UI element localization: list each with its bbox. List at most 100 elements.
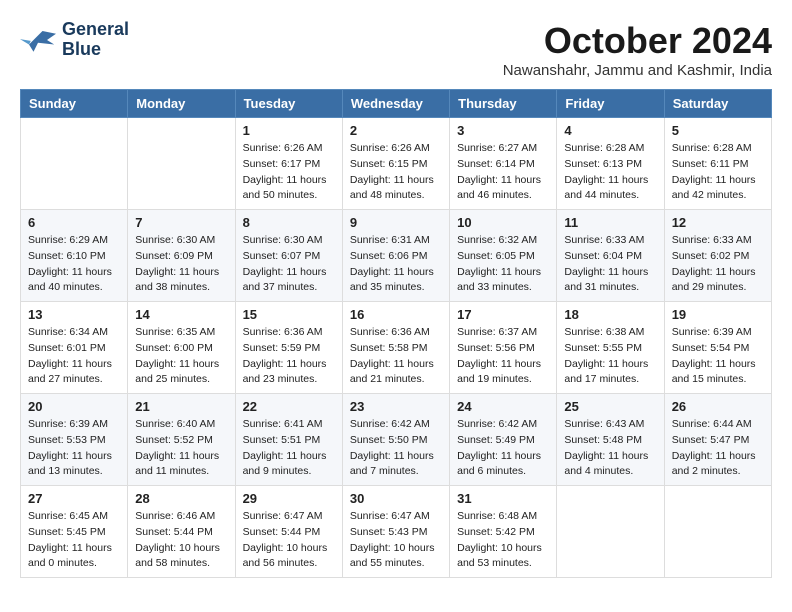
day-info: Sunrise: 6:30 AMSunset: 6:09 PMDaylight:…	[135, 233, 227, 296]
calendar-cell: 13Sunrise: 6:34 AMSunset: 6:01 PMDayligh…	[21, 302, 128, 394]
calendar-week-row: 13Sunrise: 6:34 AMSunset: 6:01 PMDayligh…	[21, 302, 772, 394]
day-number: 11	[564, 215, 656, 230]
calendar-cell: 16Sunrise: 6:36 AMSunset: 5:58 PMDayligh…	[342, 302, 449, 394]
calendar-cell: 18 Sunrise: 6:38 AMSunset: 5:55 PMDayligh…	[557, 302, 664, 394]
day-info: Sunrise: 6:43 AMSunset: 5:48 PMDaylight:…	[564, 417, 656, 480]
day-info: Sunrise: 6:26 AMSunset: 6:17 PMDaylight:…	[243, 141, 335, 204]
day-info: Sunrise: 6:47 AMSunset: 5:44 PMDaylight:…	[243, 509, 335, 572]
calendar-cell: 11Sunrise: 6:33 AMSunset: 6:04 PMDayligh…	[557, 210, 664, 302]
day-info: Sunrise: 6:46 AMSunset: 5:44 PMDaylight:…	[135, 509, 227, 572]
day-info: Sunrise: 6:39 AMSunset: 5:54 PMDaylight:…	[672, 325, 764, 388]
day-info: Sunrise: 6:42 AMSunset: 5:50 PMDaylight:…	[350, 417, 442, 480]
day-number: 21	[135, 399, 227, 414]
calendar-cell: 8 Sunrise: 6:30 AMSunset: 6:07 PMDaylight…	[235, 210, 342, 302]
calendar-cell: 14 Sunrise: 6:35 AMSunset: 6:00 PMDayligh…	[128, 302, 235, 394]
logo: General Blue	[20, 20, 129, 60]
day-info: Sunrise: 6:30 AMSunset: 6:07 PMDaylight:…	[243, 233, 335, 296]
day-info: Sunrise: 6:28 AMSunset: 6:11 PMDaylight:…	[672, 141, 764, 204]
calendar-week-row: 20 Sunrise: 6:39 AMSunset: 5:53 PMDayligh…	[21, 394, 772, 486]
calendar-week-row: 27Sunrise: 6:45 AMSunset: 5:45 PMDayligh…	[21, 486, 772, 578]
calendar-cell: 9Sunrise: 6:31 AMSunset: 6:06 PMDaylight…	[342, 210, 449, 302]
weekday-header-row: SundayMondayTuesdayWednesdayThursdayFrid…	[21, 90, 772, 118]
day-number: 29	[243, 491, 335, 506]
calendar-cell	[557, 486, 664, 578]
calendar-cell: 21Sunrise: 6:40 AMSunset: 5:52 PMDayligh…	[128, 394, 235, 486]
calendar-cell: 30Sunrise: 6:47 AMSunset: 5:43 PMDayligh…	[342, 486, 449, 578]
day-number: 13	[28, 307, 120, 322]
day-number: 7	[135, 215, 227, 230]
day-info: Sunrise: 6:26 AMSunset: 6:15 PMDaylight:…	[350, 141, 442, 204]
calendar-cell: 23 Sunrise: 6:42 AMSunset: 5:50 PMDayligh…	[342, 394, 449, 486]
day-info: Sunrise: 6:48 AMSunset: 5:42 PMDaylight:…	[457, 509, 549, 572]
calendar-cell: 17Sunrise: 6:37 AMSunset: 5:56 PMDayligh…	[450, 302, 557, 394]
day-number: 10	[457, 215, 549, 230]
calendar-cell: 29 Sunrise: 6:47 AMSunset: 5:44 PMDayligh…	[235, 486, 342, 578]
calendar-cell	[21, 118, 128, 210]
day-number: 28	[135, 491, 227, 506]
calendar-cell: 24 Sunrise: 6:42 AMSunset: 5:49 PMDayligh…	[450, 394, 557, 486]
day-number: 6	[28, 215, 120, 230]
calendar-cell: 12 Sunrise: 6:33 AMSunset: 6:02 PMDayligh…	[664, 210, 771, 302]
weekday-header: Wednesday	[342, 90, 449, 118]
day-number: 2	[350, 123, 442, 138]
day-info: Sunrise: 6:33 AMSunset: 6:02 PMDaylight:…	[672, 233, 764, 296]
day-number: 9	[350, 215, 442, 230]
calendar-cell: 27Sunrise: 6:45 AMSunset: 5:45 PMDayligh…	[21, 486, 128, 578]
calendar-cell: 3Sunrise: 6:27 AMSunset: 6:14 PMDaylight…	[450, 118, 557, 210]
day-info: Sunrise: 6:28 AMSunset: 6:13 PMDaylight:…	[564, 141, 656, 204]
day-number: 15	[243, 307, 335, 322]
weekday-header: Monday	[128, 90, 235, 118]
title-block: October 2024 Nawanshahr, Jammu and Kashm…	[503, 20, 772, 79]
day-info: Sunrise: 6:35 AMSunset: 6:00 PMDaylight:…	[135, 325, 227, 388]
calendar-cell	[128, 118, 235, 210]
day-info: Sunrise: 6:45 AMSunset: 5:45 PMDaylight:…	[28, 509, 120, 572]
day-number: 26	[672, 399, 764, 414]
day-number: 20	[28, 399, 120, 414]
day-number: 31	[457, 491, 549, 506]
calendar-cell: 4 Sunrise: 6:28 AMSunset: 6:13 PMDaylight…	[557, 118, 664, 210]
day-number: 12	[672, 215, 764, 230]
calendar-cell: 7 Sunrise: 6:30 AMSunset: 6:09 PMDaylight…	[128, 210, 235, 302]
day-number: 4	[564, 123, 656, 138]
calendar-cell: 31 Sunrise: 6:48 AMSunset: 5:42 PMDayligh…	[450, 486, 557, 578]
calendar-cell: 1 Sunrise: 6:26 AMSunset: 6:17 PMDaylight…	[235, 118, 342, 210]
calendar-cell: 22Sunrise: 6:41 AMSunset: 5:51 PMDayligh…	[235, 394, 342, 486]
day-info: Sunrise: 6:42 AMSunset: 5:49 PMDaylight:…	[457, 417, 549, 480]
day-info: Sunrise: 6:41 AMSunset: 5:51 PMDaylight:…	[243, 417, 335, 480]
day-number: 8	[243, 215, 335, 230]
calendar-cell: 6 Sunrise: 6:29 AMSunset: 6:10 PMDaylight…	[21, 210, 128, 302]
calendar-cell: 15 Sunrise: 6:36 AMSunset: 5:59 PMDayligh…	[235, 302, 342, 394]
weekday-header: Saturday	[664, 90, 771, 118]
weekday-header: Sunday	[21, 90, 128, 118]
calendar-cell: 20 Sunrise: 6:39 AMSunset: 5:53 PMDayligh…	[21, 394, 128, 486]
day-info: Sunrise: 6:47 AMSunset: 5:43 PMDaylight:…	[350, 509, 442, 572]
day-info: Sunrise: 6:32 AMSunset: 6:05 PMDaylight:…	[457, 233, 549, 296]
day-number: 19	[672, 307, 764, 322]
weekday-header: Tuesday	[235, 90, 342, 118]
day-info: Sunrise: 6:44 AMSunset: 5:47 PMDaylight:…	[672, 417, 764, 480]
day-info: Sunrise: 6:36 AMSunset: 5:59 PMDaylight:…	[243, 325, 335, 388]
day-number: 25	[564, 399, 656, 414]
calendar-cell: 25 Sunrise: 6:43 AMSunset: 5:48 PMDayligh…	[557, 394, 664, 486]
calendar-cell: 5Sunrise: 6:28 AMSunset: 6:11 PMDaylight…	[664, 118, 771, 210]
day-number: 1	[243, 123, 335, 138]
logo-text: General Blue	[62, 20, 129, 60]
weekday-header: Thursday	[450, 90, 557, 118]
calendar-cell: 26 Sunrise: 6:44 AMSunset: 5:47 PMDayligh…	[664, 394, 771, 486]
day-info: Sunrise: 6:29 AMSunset: 6:10 PMDaylight:…	[28, 233, 120, 296]
weekday-header: Friday	[557, 90, 664, 118]
calendar-cell: 2 Sunrise: 6:26 AMSunset: 6:15 PMDaylight…	[342, 118, 449, 210]
day-number: 14	[135, 307, 227, 322]
day-number: 3	[457, 123, 549, 138]
day-number: 24	[457, 399, 549, 414]
day-number: 18	[564, 307, 656, 322]
calendar-table: SundayMondayTuesdayWednesdayThursdayFrid…	[20, 89, 772, 578]
calendar-week-row: 1 Sunrise: 6:26 AMSunset: 6:17 PMDaylight…	[21, 118, 772, 210]
day-number: 23	[350, 399, 442, 414]
day-info: Sunrise: 6:38 AMSunset: 5:55 PMDaylight:…	[564, 325, 656, 388]
month-title: October 2024	[503, 20, 772, 62]
logo-icon	[20, 26, 56, 54]
calendar-cell	[664, 486, 771, 578]
day-info: Sunrise: 6:39 AMSunset: 5:53 PMDaylight:…	[28, 417, 120, 480]
day-number: 16	[350, 307, 442, 322]
